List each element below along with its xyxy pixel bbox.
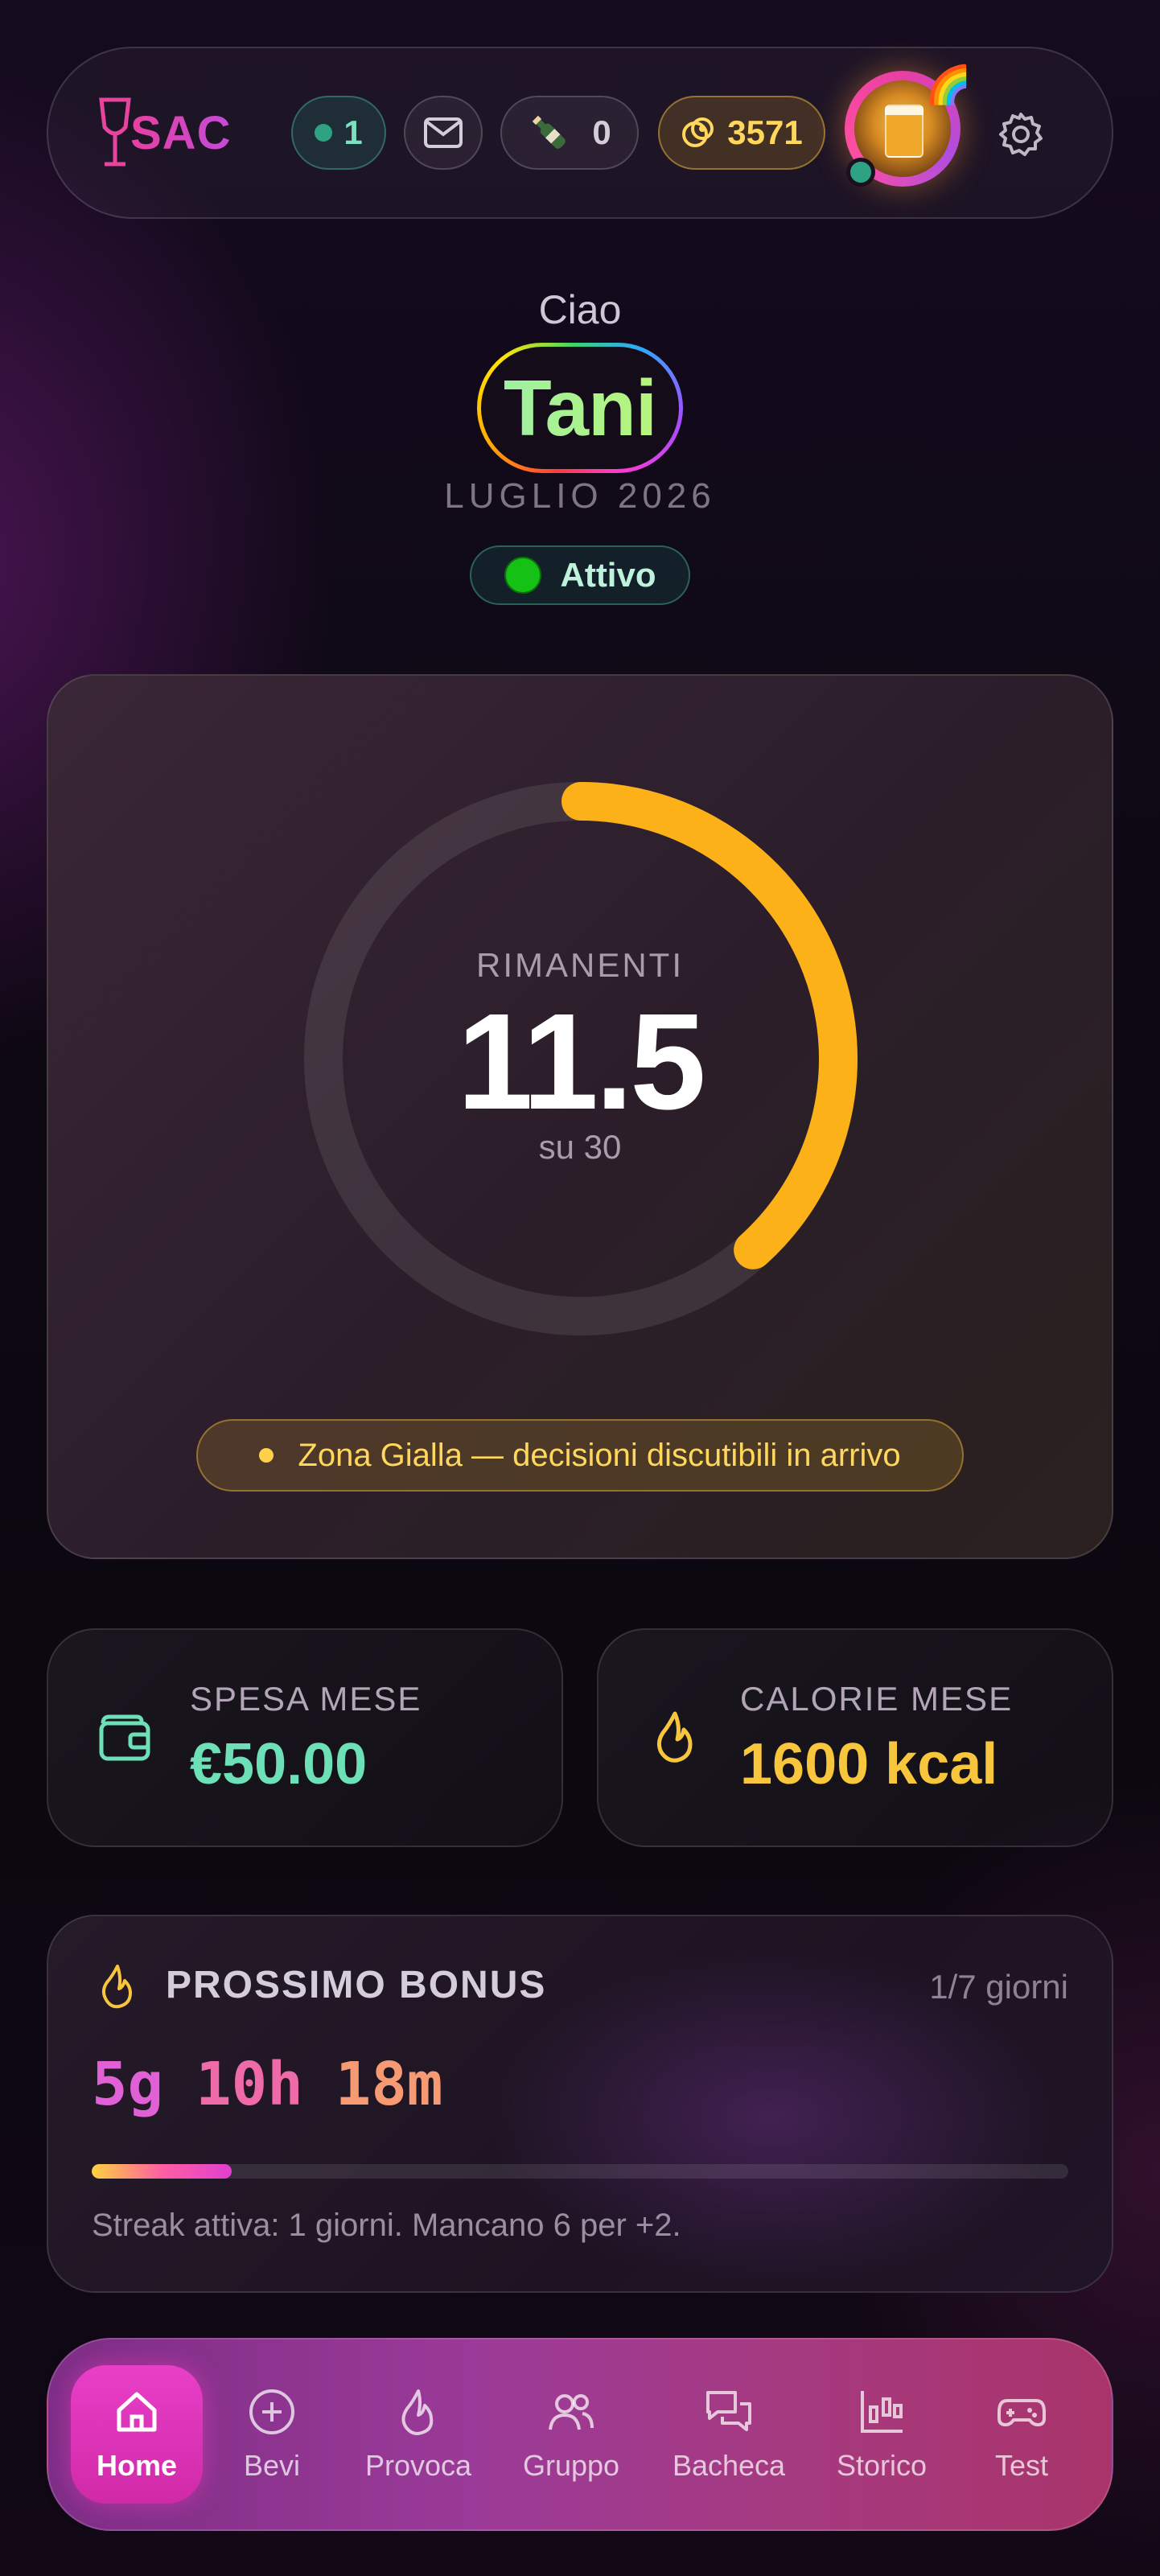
gauge-subtitle: su 30 — [538, 1128, 622, 1166]
online-dot-icon — [315, 124, 333, 142]
users-icon — [549, 2394, 594, 2430]
flame-icon — [656, 1711, 693, 1763]
nav-storico[interactable]: Storico — [819, 2365, 944, 2504]
mail-icon — [424, 117, 463, 148]
nav-home[interactable]: Home — [71, 2365, 203, 2504]
chat-icon — [706, 2391, 751, 2431]
status-badge: Attivo — [470, 545, 690, 605]
online-count: 1 — [343, 113, 363, 151]
zone-badge: Zona Gialla — decisioni discutibili in a… — [196, 1419, 964, 1492]
nav-gruppo-label: Gruppo — [522, 2449, 620, 2482]
gamepad-icon — [998, 2399, 1046, 2426]
countdown-hours: 10h — [195, 2050, 303, 2119]
nav-test-label: Test — [994, 2449, 1049, 2482]
nav-bacheca-label: Bacheca — [672, 2449, 786, 2482]
home-icon — [117, 2392, 157, 2432]
avatar-status-dot — [846, 158, 875, 187]
nav-bevi[interactable]: Bevi — [212, 2365, 331, 2504]
nav-test[interactable]: Test — [962, 2365, 1081, 2504]
settings-button[interactable] — [994, 108, 1047, 161]
spend-card[interactable]: SPESA MESE €50.00 — [47, 1628, 563, 1847]
nav-bacheca[interactable]: Bacheca — [658, 2365, 800, 2504]
bonus-countdown: 5g 10h 18m — [92, 2050, 442, 2119]
bonus-days: 1/7 giorni — [929, 1968, 1068, 2006]
nav-provoca-label: Provoca — [364, 2449, 472, 2482]
beer-icon — [885, 105, 923, 158]
logo-text: SAC — [130, 106, 232, 159]
bottle-icon — [533, 115, 566, 149]
spend-label: SPESA MESE — [190, 1680, 422, 1718]
bonus-flame-icon — [101, 1965, 132, 2009]
calories-label: CALORIE MESE — [740, 1680, 1014, 1718]
chart-icon — [861, 2391, 903, 2433]
nav-home-label: Home — [96, 2449, 178, 2482]
coins-badge[interactable]: 3571 — [658, 96, 825, 170]
gear-icon — [999, 113, 1043, 156]
nav-gruppo[interactable]: Gruppo — [505, 2365, 637, 2504]
nav-provoca[interactable]: Provoca — [346, 2365, 491, 2504]
flame-icon — [401, 2389, 434, 2435]
user-name-badge: Tani — [477, 343, 683, 473]
bonus-progress-bar — [92, 2164, 1068, 2179]
online-users-badge[interactable]: 1 — [291, 96, 386, 170]
coins-icon — [682, 117, 714, 147]
bottle-counter[interactable]: 0 — [500, 96, 639, 170]
zone-dot-icon — [259, 1448, 274, 1463]
plus-circle-icon — [249, 2389, 294, 2434]
gauge-value: 11.5 — [457, 986, 706, 1138]
calories-value: 1600 kcal — [740, 1732, 998, 1796]
status-text: Attivo — [560, 556, 656, 594]
coins-value: 3571 — [727, 113, 803, 151]
bonus-progress-fill — [92, 2164, 232, 2179]
calories-card[interactable]: CALORIE MESE 1600 kcal — [597, 1628, 1113, 1847]
streak-text: Streak attiva: 1 giorni. Mancano 6 per +… — [92, 2208, 681, 2243]
spend-value: €50.00 — [190, 1732, 368, 1796]
nav-storico-label: Storico — [836, 2449, 928, 2482]
countdown-days: 5g — [92, 2050, 164, 2119]
gauge-label: RIMANENTI — [476, 946, 684, 984]
app-logo[interactable]: SAC — [95, 95, 231, 171]
current-month: LUGLIO 2026 — [444, 476, 716, 516]
nav-bevi-label: Bevi — [243, 2449, 301, 2482]
greeting-hello: Ciao — [538, 287, 622, 332]
countdown-minutes: 18m — [335, 2050, 443, 2119]
wallet-icon — [99, 1714, 150, 1761]
status-dot-icon — [504, 557, 541, 594]
bottle-count: 0 — [592, 113, 611, 151]
rainbow-badge-icon: 🌈 — [925, 64, 972, 105]
messages-button[interactable] — [404, 96, 483, 170]
zone-text: Zona Gialla — decisioni discutibili in a… — [298, 1437, 901, 1473]
wine-glass-icon — [99, 97, 131, 167]
user-name: Tani — [503, 363, 657, 452]
bonus-title: PROSSIMO BONUS — [166, 1964, 547, 2006]
